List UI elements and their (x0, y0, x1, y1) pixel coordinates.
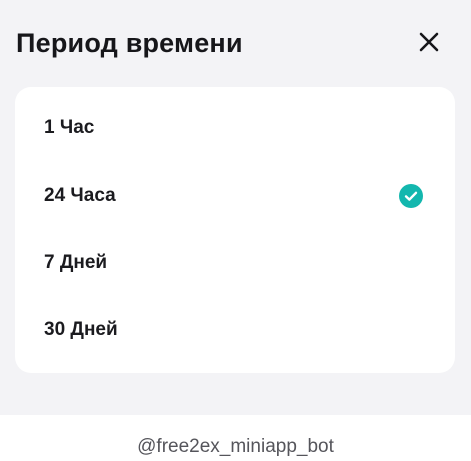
option-7-days[interactable]: 7 Дней (15, 233, 455, 293)
sheet-title: Период времени (16, 28, 243, 58)
check-circle-icon (399, 184, 423, 208)
footer: @free2ex_miniapp_bot (0, 415, 471, 461)
close-button[interactable] (412, 25, 446, 59)
close-icon (419, 32, 439, 52)
option-1-hour[interactable]: 1 Час (15, 98, 455, 158)
option-label: 30 Дней (44, 319, 118, 340)
option-30-days[interactable]: 30 Дней (15, 300, 455, 360)
option-label: 1 Час (44, 117, 95, 138)
option-24-hours[interactable]: 24 Часа (15, 166, 455, 226)
period-options-list: 1 Час 24 Часа 7 Дней 30 Дней (15, 87, 455, 373)
bot-handle: @free2ex_miniapp_bot (137, 435, 334, 457)
option-label: 24 Часа (44, 185, 116, 206)
period-sheet: Период времени 1 Час 24 Часа 7 Дней 30 Д… (0, 0, 471, 415)
option-label: 7 Дней (44, 252, 108, 273)
